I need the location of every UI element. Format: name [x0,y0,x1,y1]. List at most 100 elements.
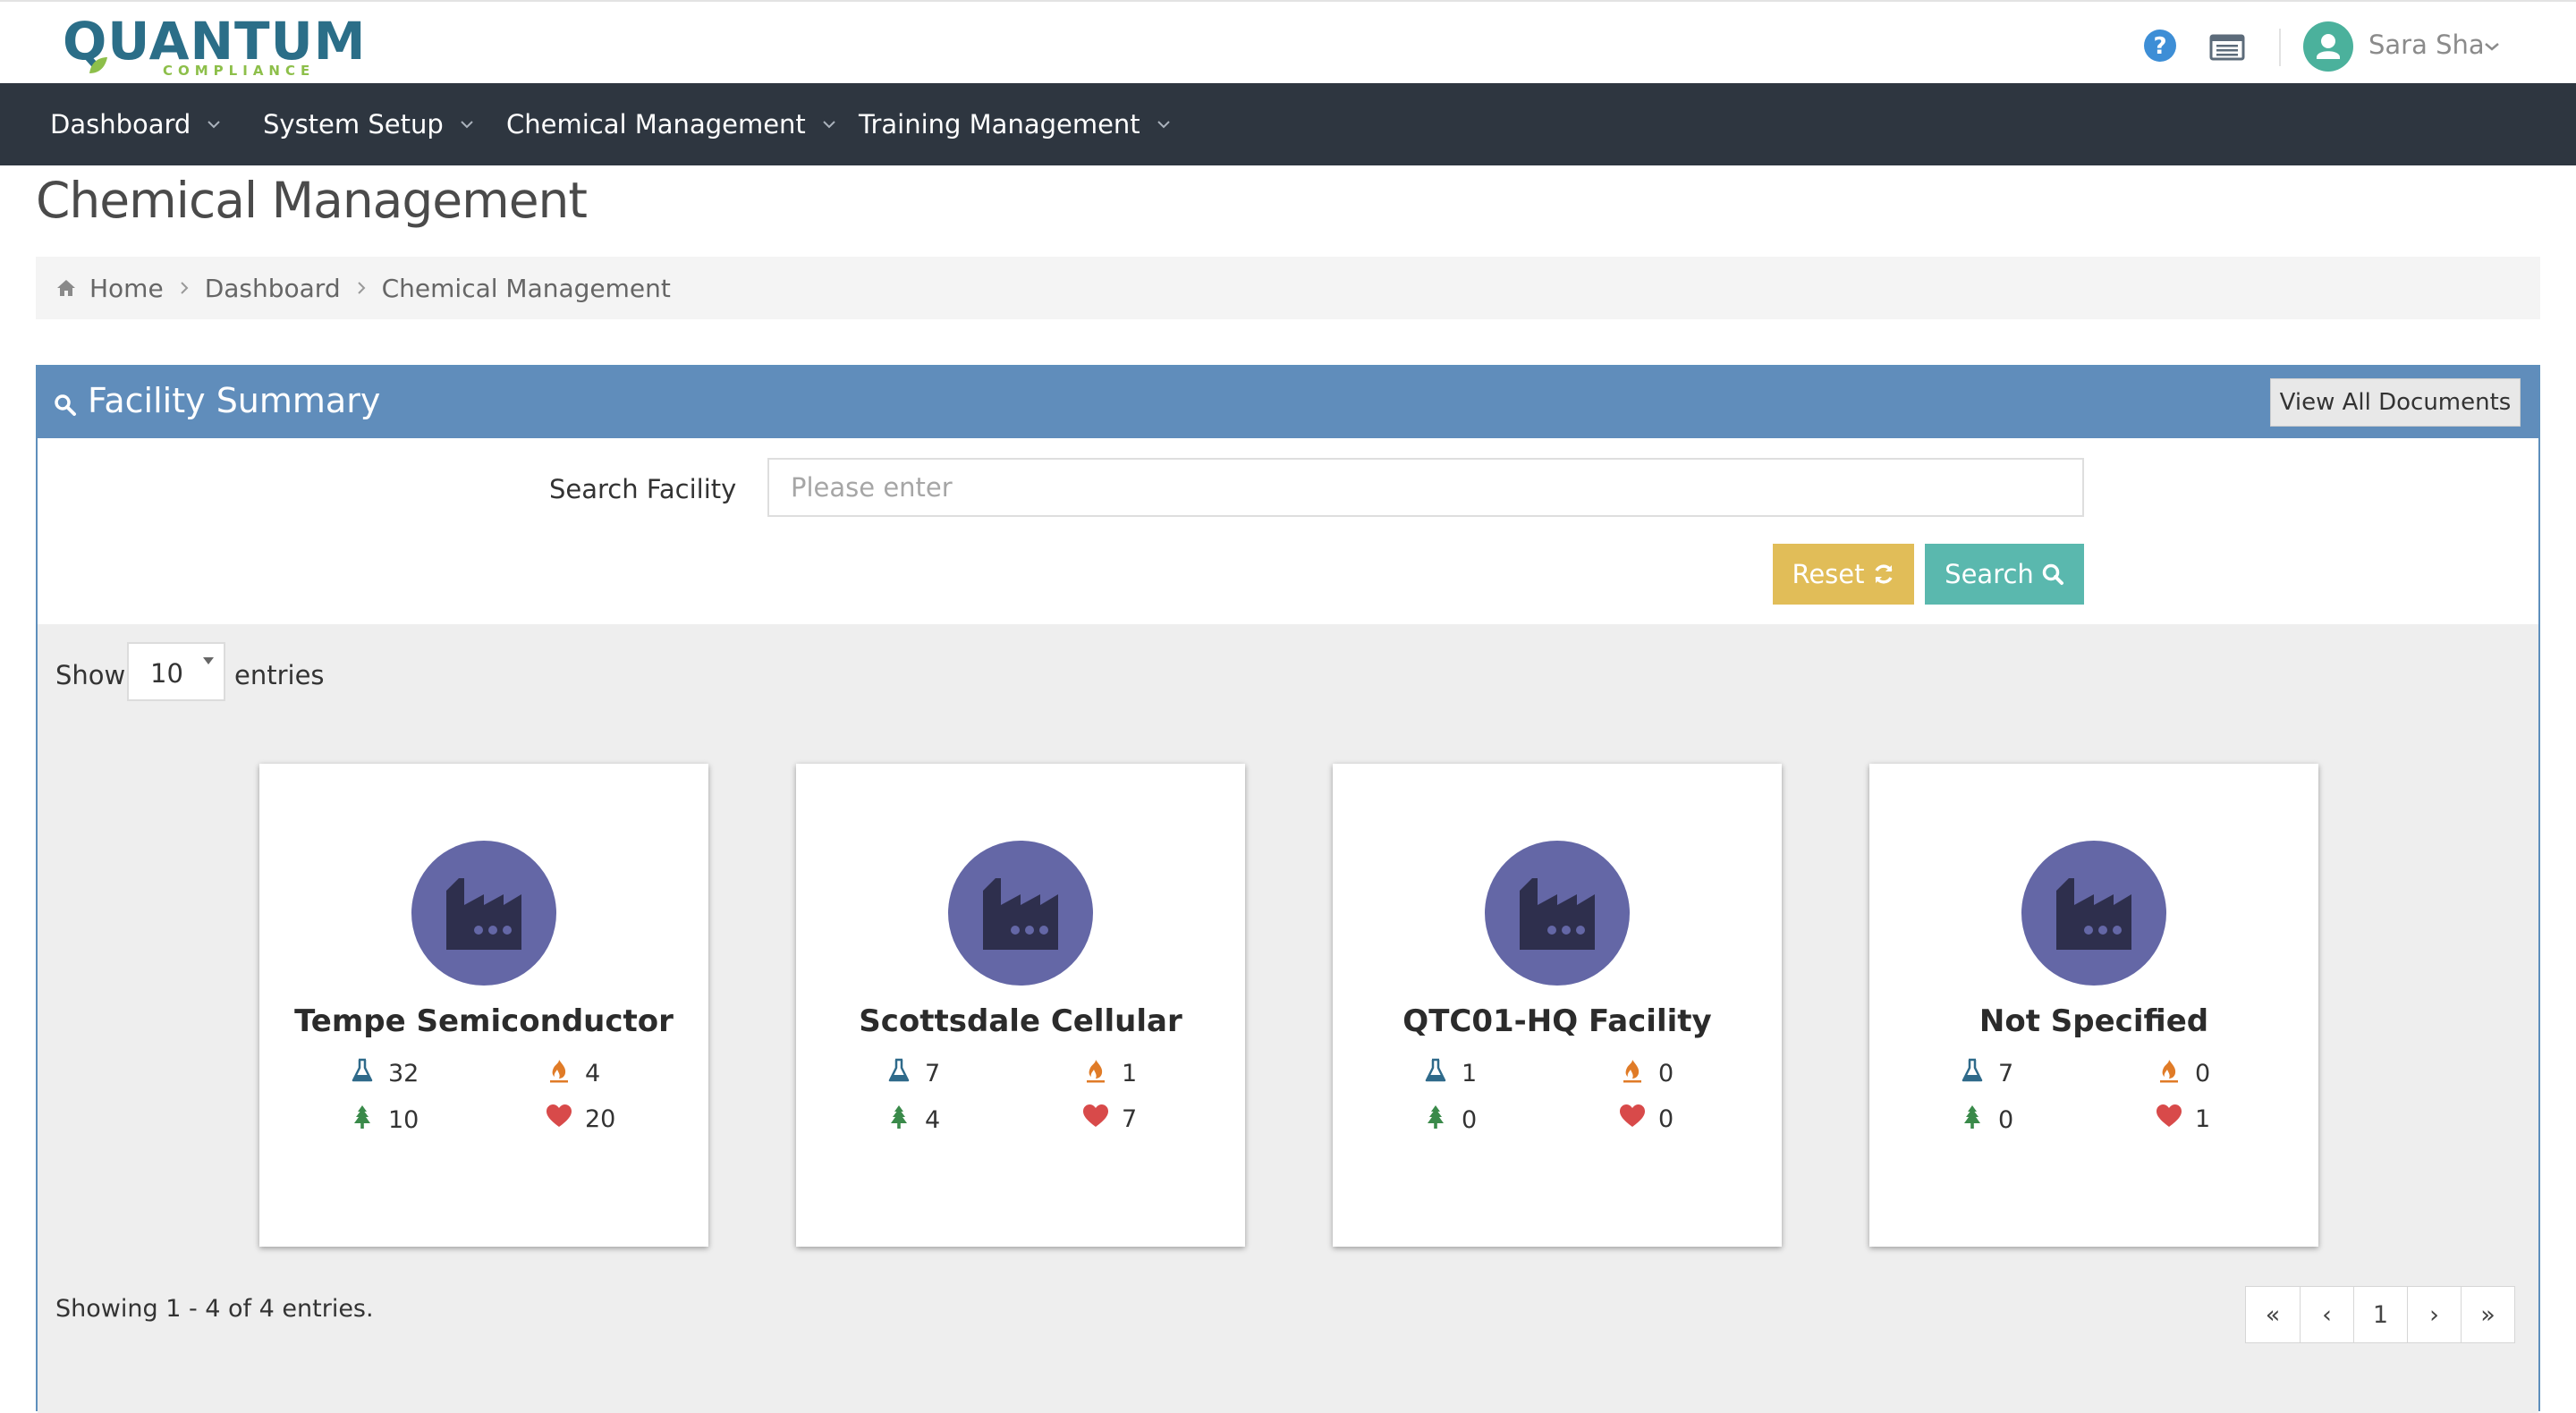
pagination: « ‹ 1 › » [2245,1286,2515,1343]
health-count: 20 [546,1104,615,1135]
search-button-label: Search [1945,559,2034,589]
factory-icon [983,878,1058,950]
environmental-count-value: 4 [925,1106,941,1134]
facility-card[interactable]: QTC01-HQ Facility 1 0 0 0 [1333,764,1782,1247]
facility-name: Scottsdale Cellular [859,1003,1182,1039]
entries-label: entries [234,660,325,690]
chevron-down-icon [1157,121,1170,129]
search-facility-input[interactable] [767,458,2084,517]
heart-icon [2156,1104,2182,1135]
help-icon[interactable]: ? [2143,29,2177,63]
nav-item-chemical-management[interactable]: Chemical Management [506,83,836,165]
facility-icon-circle [948,841,1093,986]
nav-item-label: System Setup [263,109,444,140]
flask-icon [1422,1057,1449,1090]
chemicals-count: 7 [1959,1057,2013,1090]
flammable-count: 4 [546,1057,600,1090]
environmental-count-value: 0 [1462,1106,1478,1134]
tree-icon [1422,1104,1449,1137]
breadcrumb-current: Chemical Management [381,273,671,303]
health-count-value: 0 [1658,1105,1674,1133]
environmental-count-value: 10 [388,1106,419,1134]
user-icon [2317,34,2340,59]
chevron-right-icon [357,282,366,294]
facility-icon-circle [1485,841,1630,986]
entries-per-page-value: 10 [150,658,183,689]
flammable-count: 1 [1082,1057,1137,1090]
chemicals-count: 1 [1422,1057,1477,1090]
nav-item-label: Dashboard [50,109,191,140]
quantum-compliance-logo[interactable]: QUANTUM COMPLIANCE [63,13,365,79]
flask-icon [1959,1057,1986,1090]
search-facility-label: Search Facility [549,474,737,504]
health-count: 1 [2156,1104,2210,1135]
reset-button-label: Reset [1792,559,1865,589]
reset-button[interactable]: Reset [1773,544,1914,605]
environmental-count: 0 [1959,1104,2013,1137]
flame-icon [2156,1057,2182,1090]
facility-name: QTC01-HQ Facility [1402,1003,1712,1039]
chevron-down-icon [208,121,221,129]
showing-entries-text: Showing 1 - 4 of 4 entries. [55,1295,374,1323]
user-name[interactable]: Sara Sha [2368,30,2485,60]
chemicals-count-value: 32 [388,1060,419,1087]
flame-icon [546,1057,572,1090]
tree-icon [349,1104,376,1137]
flammable-count-value: 1 [1122,1060,1138,1087]
chemicals-count-value: 7 [1998,1060,2014,1087]
page-title: Chemical Management [36,172,588,229]
nav-item-label: Training Management [859,109,1140,140]
breadcrumb: Home Dashboard Chemical Management [36,257,2540,319]
flammable-count-value: 4 [585,1060,601,1087]
environmental-count: 0 [1422,1104,1477,1137]
user-avatar[interactable] [2303,21,2353,72]
facility-card[interactable]: Scottsdale Cellular 7 1 4 7 [796,764,1245,1247]
heart-icon [546,1104,572,1135]
topbar-divider [2279,29,2281,66]
factory-icon [1520,878,1595,950]
nav-item-dashboard[interactable]: Dashboard [50,83,221,165]
facility-card[interactable]: Tempe Semiconductor 32 4 10 20 [259,764,708,1247]
panel-header: Facility Summary View All Documents [38,367,2538,438]
heart-icon [1619,1104,1646,1135]
last-page-button[interactable]: » [2461,1287,2514,1342]
environmental-count: 10 [349,1104,419,1137]
breadcrumb-dashboard[interactable]: Dashboard [205,274,341,303]
entries-per-page-select[interactable]: 10 [127,642,225,701]
flammable-count-value: 0 [2195,1060,2211,1087]
view-all-documents-button[interactable]: View All Documents [2270,378,2521,427]
leaf-icon [89,57,107,73]
health-count-value: 1 [2195,1105,2211,1133]
nav-item-training-management[interactable]: Training Management [859,83,1171,165]
heart-icon [1082,1104,1109,1135]
health-count: 7 [1082,1104,1137,1135]
facility-card[interactable]: Not Specified 7 0 0 1 [1869,764,2318,1247]
svg-text:?: ? [2153,33,2166,60]
home-icon [57,280,75,296]
factory-icon [446,878,521,950]
previous-page-button[interactable]: ‹ [2300,1287,2353,1342]
nav-item-label: Chemical Management [506,109,806,140]
flame-icon [1619,1057,1646,1090]
first-page-button[interactable]: « [2246,1287,2300,1342]
search-button[interactable]: Search [1925,544,2084,605]
nav-item-system-setup[interactable]: System Setup [263,83,474,165]
facility-summary-panel: Facility Summary View All Documents Sear… [36,365,2540,1413]
flammable-count-value: 0 [1658,1060,1674,1087]
breadcrumb-home[interactable]: Home [89,274,164,303]
next-page-button[interactable]: › [2407,1287,2461,1342]
facility-name: Not Specified [1979,1003,2209,1039]
page-1-button[interactable]: 1 [2353,1287,2407,1342]
refresh-icon [1874,564,1893,584]
facility-icon-circle [2021,841,2166,986]
flame-icon [1082,1057,1109,1090]
flask-icon [349,1057,376,1090]
tree-icon [1959,1104,1986,1137]
chemicals-count: 32 [349,1057,419,1090]
documents-icon[interactable] [2209,34,2245,61]
flammable-count: 0 [1619,1057,1674,1090]
results-area: Show 10 entries Tempe Semiconductor 32 4 10… [38,624,2538,1413]
chevron-down-icon[interactable] [2484,41,2500,52]
panel-title: Facility Summary [88,381,381,420]
health-count-value: 20 [585,1105,616,1133]
